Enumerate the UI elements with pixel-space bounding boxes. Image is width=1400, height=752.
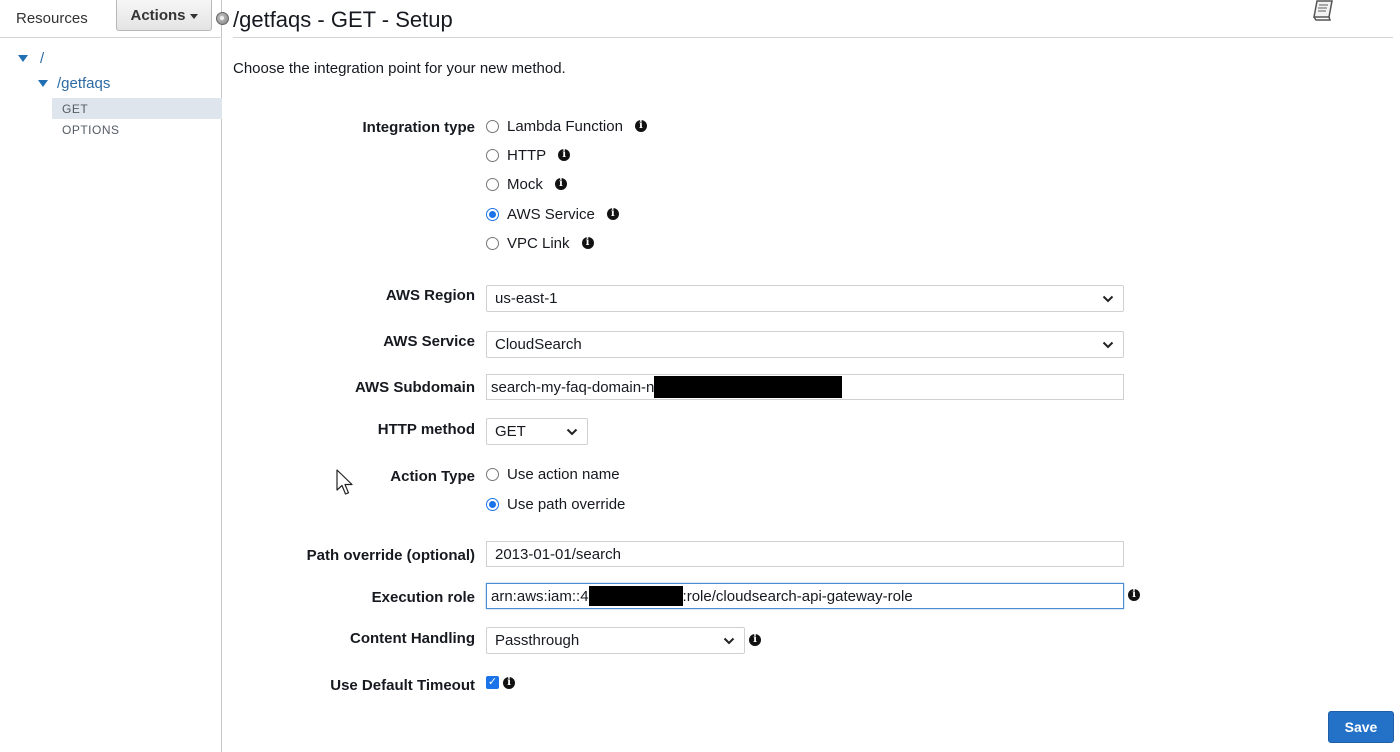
execution-role-suffix: :role/cloudsearch-api-gateway-role	[682, 587, 913, 605]
radio-mock-circle[interactable]	[486, 177, 499, 191]
tree-item-getfaqs[interactable]: /getfaqs	[38, 75, 110, 92]
radio-lambda-function-circle[interactable]	[486, 119, 499, 133]
integration-type-label: Integration type	[362, 119, 475, 136]
aws-subdomain-label: AWS Subdomain	[355, 379, 475, 396]
triangle-expand-icon[interactable]	[38, 80, 48, 87]
action-type-label: Action Type	[390, 468, 475, 485]
radio-lambda-function-label: Lambda Function	[507, 117, 623, 135]
save-button[interactable]: Save	[1328, 711, 1394, 743]
tree-method-options-label: OPTIONS	[62, 122, 120, 137]
intro-text: Choose the integration point for your ne…	[233, 60, 566, 77]
tree-item-root[interactable]: /	[18, 50, 44, 67]
aws-region-select[interactable]: us-east-1	[486, 285, 1124, 312]
radio-use-path-override-circle[interactable]	[486, 497, 499, 511]
radio-use-action-name[interactable]: Use action name	[486, 464, 620, 484]
info-icon[interactable]: i	[558, 149, 571, 161]
title-divider	[233, 37, 1393, 38]
chevron-down-icon	[723, 637, 735, 645]
tree-method-options[interactable]: OPTIONS	[52, 119, 222, 140]
actions-button[interactable]: Actions	[116, 0, 212, 31]
path-override-input[interactable]: 2013-01-01/search	[486, 541, 1124, 567]
info-icon[interactable]: i	[1128, 589, 1140, 601]
tree-item-root-label: /	[40, 50, 45, 67]
info-icon[interactable]: i	[634, 120, 647, 132]
default-timeout-checkbox[interactable]: ✓	[486, 676, 499, 689]
http-method-select[interactable]: GET	[486, 418, 588, 445]
sidebar-title: Resources	[16, 10, 88, 27]
radio-http[interactable]: HTTP i	[486, 145, 571, 165]
tree-method-get[interactable]: GET	[52, 98, 222, 119]
radio-http-label: HTTP	[507, 146, 547, 164]
radio-vpc-link[interactable]: VPC Link i	[486, 233, 594, 253]
chevron-down-icon	[1102, 341, 1114, 349]
resources-sidebar: Resources Actions / /getfaqs GET OPTIONS	[0, 0, 222, 752]
default-timeout-label: Use Default Timeout	[330, 677, 475, 694]
actions-button-label: Actions	[130, 6, 186, 24]
radio-mock-label: Mock	[507, 175, 543, 193]
aws-region-label: AWS Region	[385, 287, 475, 304]
aws-service-label: AWS Service	[383, 333, 475, 350]
info-icon[interactable]: i	[606, 208, 619, 220]
save-button-label: Save	[1344, 719, 1378, 735]
radio-http-circle[interactable]	[486, 148, 499, 162]
aws-subdomain-input[interactable]: search-my-faq-domain-n	[486, 374, 1124, 400]
radio-use-path-override-label: Use path override	[507, 495, 626, 513]
page-title: /getfaqs - GET - Setup	[233, 7, 453, 32]
mouse-pointer-icon	[336, 469, 353, 495]
execution-role-label: Execution role	[371, 589, 475, 606]
sidebar-header: Resources Actions	[0, 0, 222, 38]
redaction-block	[588, 586, 683, 606]
execution-role-input[interactable]: arn:aws:iam::4 :role/cloudsearch-api-gat…	[486, 583, 1124, 609]
radio-use-action-name-label: Use action name	[507, 465, 620, 483]
execution-role-prefix: arn:aws:iam::4	[491, 587, 589, 605]
info-icon[interactable]: i	[581, 237, 594, 249]
radio-aws-service[interactable]: AWS Service i	[486, 204, 619, 224]
path-override-label: Path override (optional)	[306, 547, 475, 564]
radio-mock[interactable]: Mock i	[486, 174, 567, 194]
radio-vpc-link-circle[interactable]	[486, 236, 499, 250]
chevron-down-icon	[1102, 295, 1114, 303]
chevron-down-icon	[566, 428, 578, 436]
info-icon[interactable]: i	[554, 178, 567, 190]
info-icon[interactable]: i	[503, 677, 515, 689]
aws-service-value: CloudSearch	[495, 336, 582, 353]
redaction-block	[654, 376, 843, 398]
content-handling-select[interactable]: Passthrough	[486, 627, 745, 654]
http-method-label: HTTP method	[377, 421, 475, 438]
tree-method-get-label: GET	[62, 101, 89, 116]
tree-item-getfaqs-label: /getfaqs	[57, 75, 111, 92]
radio-use-path-override[interactable]: Use path override	[486, 494, 625, 514]
path-override-value: 2013-01-01/search	[495, 545, 621, 563]
book-icon[interactable]	[1312, 0, 1336, 22]
radio-use-action-name-circle[interactable]	[486, 467, 499, 481]
triangle-expand-icon[interactable]	[18, 55, 28, 62]
content-handling-value: Passthrough	[495, 632, 580, 649]
radio-vpc-link-label: VPC Link	[507, 234, 570, 252]
radio-aws-service-circle[interactable]	[486, 207, 499, 221]
pane-splitter-dot	[220, 16, 224, 20]
aws-service-select[interactable]: CloudSearch	[486, 331, 1124, 358]
content-handling-label: Content Handling	[350, 630, 475, 647]
aws-subdomain-value: search-my-faq-domain-n	[491, 378, 655, 396]
aws-region-value: us-east-1	[495, 290, 558, 307]
radio-lambda-function[interactable]: Lambda Function i	[486, 116, 647, 136]
radio-aws-service-label: AWS Service	[507, 205, 595, 223]
caret-down-icon	[189, 13, 198, 19]
http-method-value: GET	[495, 423, 526, 440]
info-icon[interactable]: i	[749, 634, 761, 646]
